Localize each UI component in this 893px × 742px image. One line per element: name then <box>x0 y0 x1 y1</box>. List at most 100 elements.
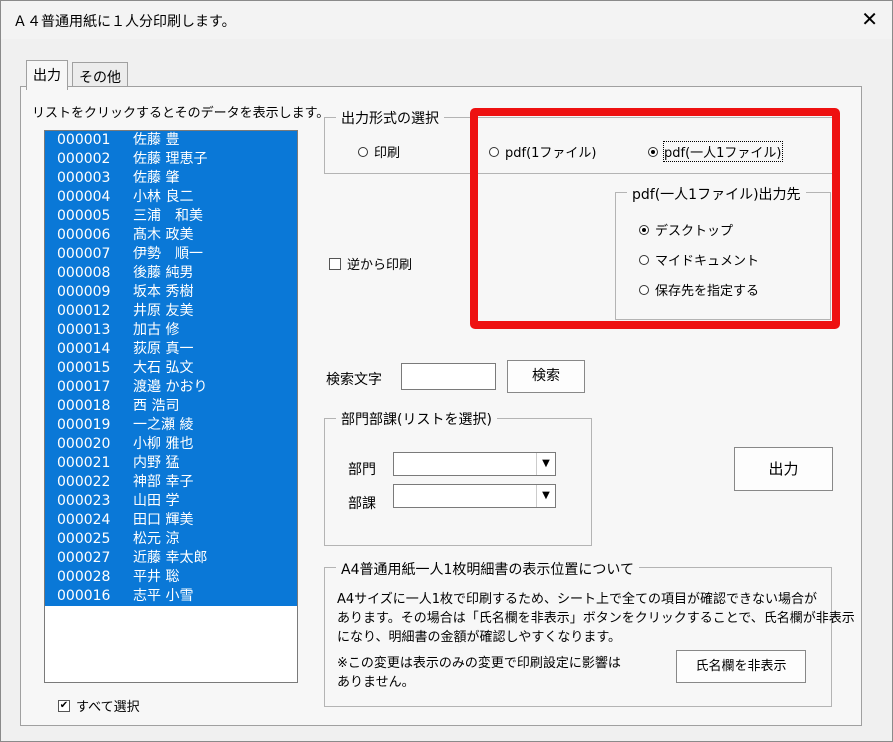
employee-name: 荻原 真一 <box>133 341 194 357</box>
list-item[interactable]: 000020 小柳 雅也 <box>45 435 297 454</box>
section-select[interactable]: ▼ <box>393 484 556 508</box>
employee-name: 渡邉 かおり <box>133 379 208 395</box>
employee-id: 000008 <box>57 265 111 281</box>
dept-title: 部門部課(リストを選択) <box>336 409 497 429</box>
employee-name: 坂本 秀樹 <box>133 284 194 300</box>
list-item[interactable]: 000027 近藤 幸太郎 <box>45 549 297 568</box>
output-button[interactable]: 出力 <box>734 447 833 491</box>
employee-name: 伊勢 順一 <box>133 246 203 262</box>
employee-id: 000014 <box>57 341 111 357</box>
list-item[interactable]: 000001 佐藤 豊 <box>45 131 297 150</box>
employee-name: 小林 良二 <box>133 189 194 205</box>
employee-name: 志平 小雪 <box>133 588 194 604</box>
radio-print[interactable]: 印刷 <box>358 142 400 161</box>
employee-id: 000023 <box>57 493 111 509</box>
section-label: 部課 <box>348 496 376 512</box>
list-item[interactable]: 000022 神部 幸子 <box>45 473 297 492</box>
list-hint: リストをクリックするとそのデータを表示します。 <box>32 106 330 121</box>
division-select[interactable]: ▼ <box>393 452 556 476</box>
tab-other[interactable]: その他 <box>72 62 128 86</box>
list-item[interactable]: 000004 小林 良二 <box>45 188 297 207</box>
list-item[interactable]: 000009 坂本 秀樹 <box>45 283 297 302</box>
employee-name: 加古 修 <box>133 322 180 338</box>
employee-id: 000022 <box>57 474 111 490</box>
employee-name: 大石 弘文 <box>133 360 194 376</box>
list-item[interactable]: 000012 井原 友美 <box>45 302 297 321</box>
reverse-print-checkbox[interactable]: 逆から印刷 <box>329 254 412 273</box>
employee-name: 井原 友美 <box>133 303 194 319</box>
employee-id: 000007 <box>57 246 111 262</box>
employee-id: 000012 <box>57 303 111 319</box>
notice-title: A4普通用紙一人1枚明細書の表示位置について <box>336 559 639 579</box>
employee-id: 000001 <box>57 132 111 148</box>
division-label: 部門 <box>348 462 376 478</box>
employee-name: 佐藤 豊 <box>133 132 180 148</box>
search-button[interactable]: 検索 <box>507 360 585 393</box>
employee-id: 000027 <box>57 550 111 566</box>
employee-id: 000013 <box>57 322 111 338</box>
list-item[interactable]: 000019 一之瀬 綾 <box>45 416 297 435</box>
employee-id: 000005 <box>57 208 111 224</box>
list-item[interactable]: 000017 渡邉 かおり <box>45 378 297 397</box>
employee-id: 000019 <box>57 417 111 433</box>
employee-name: 佐藤 肇 <box>133 170 180 186</box>
list-item[interactable]: 000021 内野 猛 <box>45 454 297 473</box>
employee-name: 田口 輝美 <box>133 512 194 528</box>
employee-id: 000028 <box>57 569 111 585</box>
employee-id: 000002 <box>57 151 111 167</box>
chevron-down-icon[interactable]: ▼ <box>536 453 555 475</box>
window-title: Ａ４普通用紙に１人分印刷します。 <box>13 14 236 30</box>
notice-line-2: あります。その場合は「氏名欄を非表示」ボタンをクリックすることで、氏名欄が非表示 <box>337 611 855 626</box>
employee-name: 平井 聡 <box>133 569 180 585</box>
employee-id: 000021 <box>57 455 111 471</box>
employee-id: 000020 <box>57 436 111 452</box>
select-all-checkbox[interactable]: ✔ すべて選択 <box>58 696 140 715</box>
employee-name: 近藤 幸太郎 <box>133 550 208 566</box>
employee-name: 松元 涼 <box>133 531 180 547</box>
select-all-check-icon: ✔ <box>58 699 70 712</box>
hide-name-button[interactable]: 氏名欄を非表示 <box>676 650 806 683</box>
chevron-down-icon[interactable]: ▼ <box>536 485 555 507</box>
close-icon[interactable]: ✕ <box>861 7 878 31</box>
list-item[interactable]: 000025 松元 涼 <box>45 530 297 549</box>
employee-name: 一之瀬 綾 <box>133 417 194 433</box>
employee-name: 神部 幸子 <box>133 474 194 490</box>
employee-list[interactable]: 000001 佐藤 豊 000002 佐藤 理恵子 000003 佐藤 肇 000004 小林… <box>44 130 298 683</box>
reverse-print-check-icon <box>329 257 341 270</box>
list-item[interactable]: 000003 佐藤 肇 <box>45 169 297 188</box>
employee-id: 000024 <box>57 512 111 528</box>
employee-name: 内野 猛 <box>133 455 180 471</box>
list-item[interactable]: 000002 佐藤 理恵子 <box>45 150 297 169</box>
employee-id: 000003 <box>57 170 111 186</box>
list-item[interactable]: 000006 髙木 政美 <box>45 226 297 245</box>
list-item[interactable]: 000023 山田 学 <box>45 492 297 511</box>
search-label: 検索文字 <box>326 372 382 388</box>
list-item[interactable]: 000015 大石 弘文 <box>45 359 297 378</box>
list-item[interactable]: 000014 荻原 真一 <box>45 340 297 359</box>
list-item[interactable]: 000016 志平 小雪 <box>45 587 297 606</box>
list-item[interactable]: 000013 加古 修 <box>45 321 297 340</box>
output-format-title: 出力形式の選択 <box>336 108 444 128</box>
select-all-label: すべて選択 <box>76 700 140 715</box>
employee-name: 後藤 純男 <box>133 265 194 281</box>
tab-output[interactable]: 出力 <box>26 60 68 90</box>
list-item[interactable]: 000005 三浦 和美 <box>45 207 297 226</box>
dept-group <box>324 418 592 546</box>
notice-line-4: ※この変更は表示のみの変更で印刷設定に影響は <box>337 656 621 671</box>
employee-name: 佐藤 理恵子 <box>133 151 208 167</box>
employee-id: 000016 <box>57 588 111 604</box>
employee-name: 西 浩司 <box>133 398 180 414</box>
employee-name: 髙木 政美 <box>133 227 194 243</box>
employee-name: 小柳 雅也 <box>133 436 194 452</box>
employee-name: 三浦 和美 <box>133 208 203 224</box>
employee-id: 000025 <box>57 531 111 547</box>
list-item[interactable]: 000007 伊勢 順一 <box>45 245 297 264</box>
employee-id: 000015 <box>57 360 111 376</box>
list-item[interactable]: 000018 西 浩司 <box>45 397 297 416</box>
search-input[interactable] <box>401 363 496 390</box>
list-item[interactable]: 000024 田口 輝美 <box>45 511 297 530</box>
radio-print-icon <box>358 146 368 157</box>
employee-id: 000004 <box>57 189 111 205</box>
list-item[interactable]: 000028 平井 聡 <box>45 568 297 587</box>
list-item[interactable]: 000008 後藤 純男 <box>45 264 297 283</box>
